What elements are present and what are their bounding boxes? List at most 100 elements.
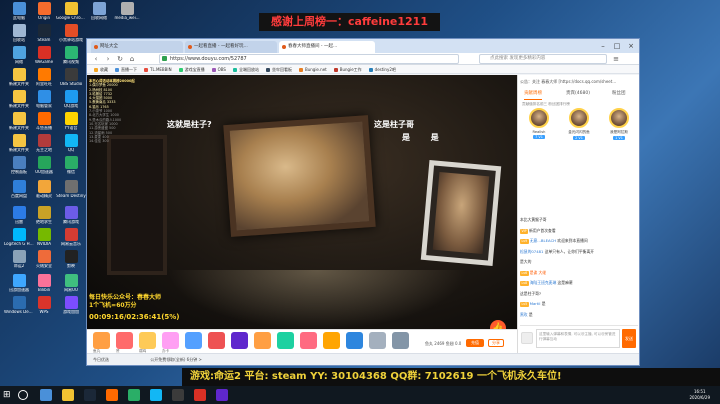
gift-icon[interactable] — [93, 332, 110, 349]
gift-icon[interactable] — [323, 332, 340, 349]
taskbar-app-icon[interactable] — [40, 389, 52, 401]
forward-icon[interactable]: › — [103, 54, 113, 64]
chat-message[interactable]: Lv5 Martil 是 — [520, 299, 638, 310]
chat-message[interactable]: Lv8 海陆王班克麦琳 这是麻薯 — [520, 278, 638, 289]
top-fan[interactable]: Reallsh 7 V1 — [522, 108, 556, 139]
bookmark-item[interactable]: TL.MEBBIN — [144, 65, 172, 73]
clock[interactable]: 16:51 2020/6/29 — [689, 389, 710, 401]
desktop-icon[interactable]: 驱动精灵 — [29, 180, 59, 198]
gift-icon[interactable] — [369, 332, 386, 349]
taskbar-app-icon[interactable] — [84, 389, 96, 401]
chat-message[interactable]: Lv9 无意...BLEACH 欢迎来到本直播间 — [520, 236, 638, 247]
charge-button[interactable]: 充值 — [466, 339, 484, 347]
browser-tab-active[interactable]: 春春大师直播间 - 一起... — [279, 41, 375, 53]
browser-tab[interactable]: 网址大全 — [91, 41, 183, 53]
bookmark-item[interactable]: 全端回放站 — [232, 65, 259, 73]
bookmark-item[interactable]: destiny2吧 — [368, 65, 396, 73]
chat-message[interactable]: 是大的 — [520, 257, 638, 268]
desktop-icon[interactable]: Google Chrome — [56, 2, 86, 20]
chat-username[interactable]: 黑玫 — [520, 312, 528, 317]
like-icon[interactable]: 👍 — [490, 320, 506, 329]
desktop-icon[interactable]: NVIDIA — [29, 228, 59, 246]
gift-icon[interactable] — [277, 332, 294, 349]
desktop-icon[interactable]: 剪映 — [56, 250, 86, 268]
desktop-icon[interactable]: WPS — [29, 296, 59, 314]
gift-icon[interactable] — [392, 332, 409, 349]
maximize-icon[interactable]: □ — [611, 41, 623, 51]
desktop-icon[interactable]: media_wei... — [112, 2, 142, 20]
browser-tab[interactable]: 一起看直播 - 一起看好玩... — [185, 41, 277, 53]
bookmark-item[interactable]: 直播一下 — [115, 65, 137, 73]
taskbar-app-icon[interactable] — [150, 389, 162, 401]
gift-icon[interactable] — [231, 332, 248, 349]
desktop-icon[interactable]: YY语音 — [56, 112, 86, 130]
desktop-icon[interactable]: 腾讯视频 — [56, 46, 86, 64]
gift-icon[interactable] — [162, 332, 179, 349]
desktop-icon[interactable]: 小黑驿站游戏 — [56, 24, 86, 42]
desktop-icon[interactable]: WeGame — [29, 46, 59, 64]
desktop-icon[interactable]: 绝地求生 — [29, 206, 59, 224]
desktop-icon[interactable]: Steam Destiny — [56, 180, 86, 198]
chat-input[interactable]: 这里输入弹幕和表情, 可以@主播, 可以@房管进行弹幕互动 — [536, 329, 620, 348]
chat-message[interactable]: 松鼠的07481 这单只有人，让你们平衡离开 — [520, 247, 638, 258]
desktop-icon[interactable]: QQ游戏 — [56, 90, 86, 108]
desktop-icon[interactable]: 网易UU — [56, 274, 86, 292]
chat-message[interactable]: Lv6 是诶 大佬 — [520, 268, 638, 279]
send-button[interactable]: 发送 — [622, 329, 636, 348]
top-fan[interactable]: 我是阿拉斯 1 V1 — [602, 108, 636, 140]
url-input[interactable]: https://www.douyu.com/52787 — [159, 54, 459, 64]
search-input[interactable]: 点此搜索 发现更多精彩内容 — [479, 54, 607, 64]
taskbar-app-icon[interactable] — [106, 389, 118, 401]
refresh-icon[interactable]: ↻ — [115, 54, 125, 64]
top-fan[interactable]: 金光闪闪的鱼 2 V1 — [562, 108, 596, 140]
gift-icon[interactable] — [139, 332, 156, 349]
desktop-icon[interactable]: 微信 — [56, 156, 86, 174]
desktop-icon[interactable]: 腾讯游戏 — [56, 206, 86, 224]
bookmark-item[interactable]: 坐牢回看板 — [265, 65, 292, 73]
gift-icon[interactable] — [185, 332, 202, 349]
gift-icon[interactable] — [346, 332, 363, 349]
taskbar-app-icon[interactable] — [62, 389, 74, 401]
desktop-icon[interactable]: 电脑管家 — [29, 90, 59, 108]
emoji-icon[interactable] — [521, 332, 533, 344]
gift-icon[interactable] — [300, 332, 317, 349]
chat-username[interactable]: Martil — [530, 301, 541, 306]
tab-fans[interactable]: 粉丝团 — [612, 89, 626, 99]
desktop-icon[interactable]: 网易云音乐 — [56, 228, 86, 246]
desktop-icon[interactable]: Origin — [29, 2, 59, 20]
bookmark-item[interactable]: 游戏宝直播 — [178, 65, 205, 73]
tab-weekly-rank[interactable]: 贡献周榜 — [524, 89, 542, 100]
chat-username[interactable]: 无意...BLEACH — [530, 238, 556, 243]
desktop-icon[interactable]: 游戏加加 — [56, 296, 86, 314]
chat-message[interactable]: VIP 新用户首次查看 — [520, 226, 638, 237]
tab-vip[interactable]: 贵宾(4680) — [566, 89, 590, 99]
chat-username[interactable]: 海陆王班克麦琳 — [530, 280, 557, 285]
gift-icon[interactable] — [208, 332, 225, 349]
taskbar-app-icon[interactable] — [216, 389, 228, 401]
minimize-icon[interactable]: – — [597, 41, 609, 51]
bookmark-item[interactable]: Bungie.net — [298, 65, 327, 73]
chat-username[interactable]: 松鼠的07481 — [520, 249, 543, 254]
share-button[interactable]: 分享 — [488, 339, 504, 347]
desktop-icon[interactable]: QQ — [56, 134, 86, 152]
taskbar-app-icon[interactable] — [128, 389, 140, 401]
desktop-icon[interactable]: OBS Studio — [56, 68, 86, 86]
desktop-icon[interactable]: UU加速器 — [29, 156, 59, 174]
desktop-icon[interactable]: 阿里旺旺 — [29, 68, 59, 86]
taskbar-app-icon[interactable] — [194, 389, 206, 401]
video-player[interactable]: 这就是柱子? 这是柱子哥 是 是 本日心得活动本周榜20000起 1.偶尔梦鱼 … — [87, 75, 517, 329]
chat-message[interactable]: 本比大黄猴子哥 — [520, 215, 638, 226]
taskbar-app-icon[interactable] — [172, 389, 184, 401]
back-icon[interactable]: ‹ — [91, 54, 101, 64]
desktop-icon[interactable]: 无主之地 — [29, 134, 59, 152]
bookmark-item[interactable]: 收藏 — [94, 65, 108, 73]
home-icon[interactable]: ⌂ — [127, 54, 137, 64]
desktop-icon[interactable]: 斗鱼直播 — [29, 112, 59, 130]
search-icon[interactable] — [18, 390, 28, 400]
windows-start-icon[interactable]: ⊞ — [3, 390, 13, 400]
gift-icon[interactable] — [254, 332, 271, 349]
menu-icon[interactable]: ≡ — [611, 54, 621, 64]
close-icon[interactable]: × — [625, 41, 637, 51]
desktop-icon[interactable]: Steam — [29, 24, 59, 42]
desktop-icon[interactable]: 火绒安全 — [29, 250, 59, 268]
